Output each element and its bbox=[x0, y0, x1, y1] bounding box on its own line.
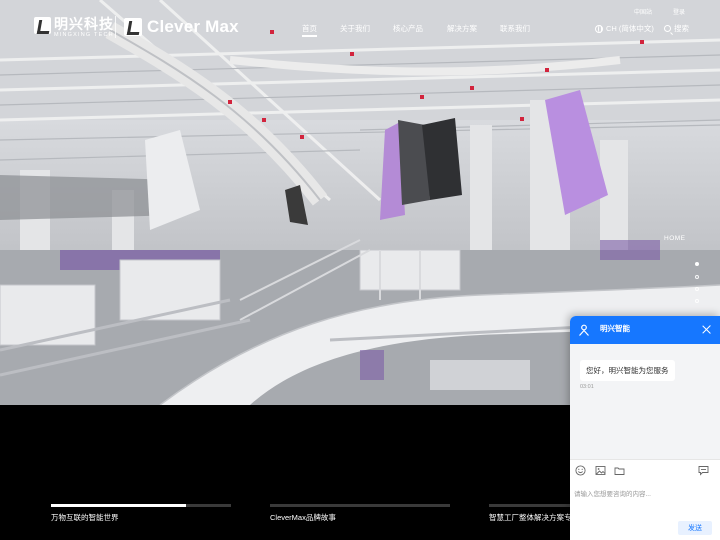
nav-item-contact[interactable]: 联系我们 bbox=[500, 23, 530, 34]
side-nav-dot[interactable] bbox=[695, 275, 699, 279]
language-switcher[interactable]: CH (简体中文) bbox=[595, 23, 654, 34]
slide-track bbox=[270, 504, 450, 507]
chat-messages: 您好，明兴智能为您服务 03:01 bbox=[570, 344, 720, 459]
china-site-link[interactable]: 中国站 bbox=[634, 7, 652, 16]
language-label: CH (简体中文) bbox=[606, 24, 654, 33]
chat-toolbar bbox=[570, 459, 720, 481]
side-nav-dot[interactable] bbox=[695, 262, 699, 266]
nav-item-solutions[interactable]: 解决方案 bbox=[447, 23, 477, 34]
comment-icon[interactable] bbox=[698, 465, 709, 476]
search-button[interactable]: 搜索 bbox=[664, 23, 689, 34]
slide-label: 万物互联的智能世界 bbox=[51, 513, 119, 522]
chat-message-time: 03:01 bbox=[580, 384, 594, 390]
folder-icon[interactable] bbox=[614, 465, 625, 476]
page: 明兴科技 MINGXING TECH Clever Max 首页 关于我们 核心… bbox=[0, 0, 720, 540]
side-nav-dot[interactable] bbox=[695, 287, 699, 291]
chat-avatar-icon bbox=[579, 324, 589, 336]
slide-label: CleverMax品牌故事 bbox=[270, 513, 336, 522]
chat-title: 明兴智能 bbox=[600, 324, 630, 333]
chat-widget: 明兴智能 您好，明兴智能为您服务 03:01 请输入您想要咨询的内容... 发送 bbox=[570, 316, 720, 540]
slide-label: 智慧工厂整体解决方案专家 bbox=[489, 513, 579, 522]
side-nav-label: HOME bbox=[664, 235, 686, 242]
close-icon[interactable] bbox=[701, 324, 712, 335]
chat-input[interactable] bbox=[574, 483, 714, 505]
chat-header: 明兴智能 bbox=[570, 316, 720, 344]
nav-item-about[interactable]: 关于我们 bbox=[340, 23, 370, 34]
side-nav-dot[interactable] bbox=[695, 299, 699, 303]
chat-message-bubble: 您好，明兴智能为您服务 bbox=[580, 360, 675, 381]
globe-icon bbox=[595, 24, 603, 33]
emoji-icon[interactable] bbox=[575, 465, 586, 476]
search-icon bbox=[664, 25, 671, 32]
image-icon[interactable] bbox=[595, 465, 606, 476]
login-link[interactable]: 登录 bbox=[673, 7, 685, 16]
site-header: 明兴科技 MINGXING TECH Clever Max 首页 关于我们 核心… bbox=[0, 0, 720, 56]
nav-item-home[interactable]: 首页 bbox=[302, 23, 317, 37]
nav-item-products[interactable]: 核心产品 bbox=[393, 23, 423, 34]
search-label: 搜索 bbox=[674, 24, 689, 33]
send-button[interactable]: 发送 bbox=[678, 521, 712, 535]
slide-progress-fill bbox=[51, 504, 186, 507]
